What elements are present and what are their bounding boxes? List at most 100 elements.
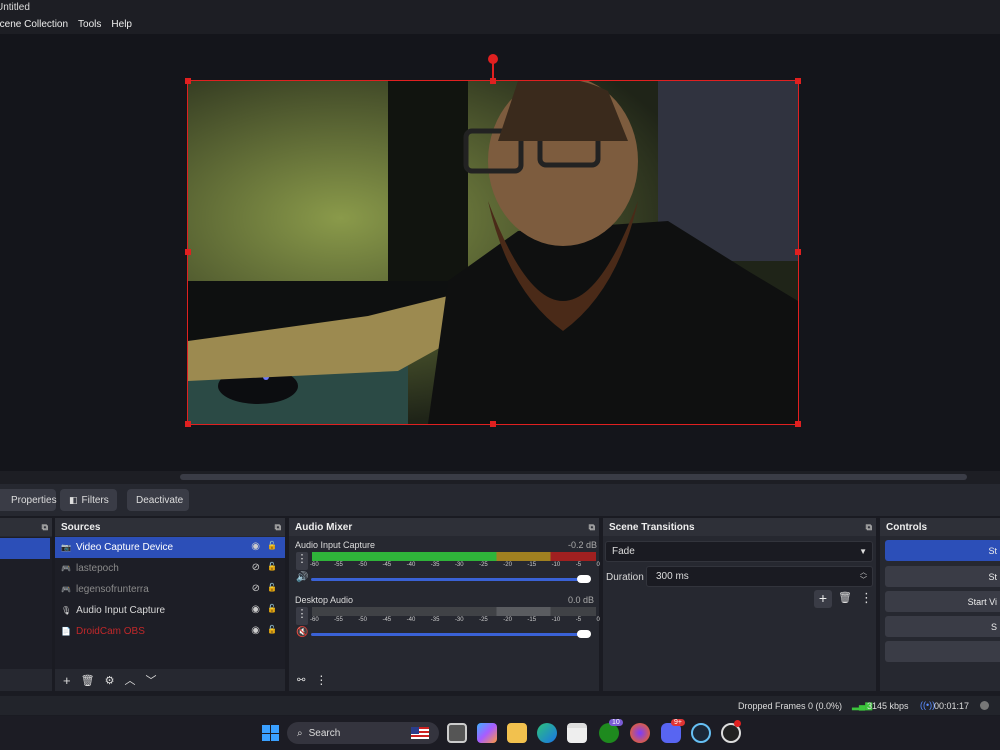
- filters-button[interactable]: ◧ Filters: [60, 489, 117, 511]
- firefox-icon[interactable]: [630, 723, 650, 743]
- rotation-handle[interactable]: [488, 54, 498, 64]
- selection-border: [187, 80, 799, 425]
- deactivate-button[interactable]: Deactivate: [127, 489, 189, 511]
- transition-select[interactable]: Fade ▼: [605, 541, 873, 562]
- microphone-icon: 🎙: [61, 606, 72, 615]
- source-label: legensofrunterra: [75, 584, 149, 595]
- settings-button[interactable]: [885, 641, 1000, 662]
- status-bar: Dropped Frames 0 (0.0%) ▂▄▆ 3145 kbps ((…: [0, 695, 1000, 715]
- advanced-audio-icon[interactable]: ⚯: [297, 675, 305, 686]
- scenes-dock: ⧉: [0, 517, 53, 692]
- duration-label: Duration: [606, 572, 644, 583]
- source-label: lastepoch: [75, 563, 119, 574]
- windows-start-icon[interactable]: [260, 723, 280, 743]
- tick-label: -5: [575, 562, 582, 568]
- start-virtual-camera-button[interactable]: Start Vi: [885, 591, 1000, 612]
- volume-knob[interactable]: [577, 575, 591, 583]
- camera-icon: 📷: [61, 543, 71, 552]
- taskbar-search[interactable]: ⌕ Search: [287, 722, 439, 744]
- channel-menu-icon[interactable]: ⋮: [296, 552, 308, 570]
- speaker-muted-icon[interactable]: 🔇: [296, 627, 308, 638]
- chevron-down-icon: ▼: [859, 547, 867, 556]
- add-transition-icon[interactable]: +: [814, 590, 832, 608]
- meter-ticks: -60 -55 -50 -45 -40 -35 -30 -25 -20 -15 -10 -5 0: [310, 562, 600, 568]
- source-item[interactable]: 📄 DroidCam OBS ◉ 🔓: [55, 621, 285, 642]
- source-item[interactable]: 🎮 lastepoch ⊘ 🔓: [55, 558, 285, 579]
- dock-float-icon[interactable]: ⧉: [275, 522, 281, 533]
- microsoft-store-icon[interactable]: [567, 723, 587, 743]
- remove-source-icon[interactable]: 🗑: [81, 674, 95, 687]
- tick-label: 0: [596, 562, 600, 568]
- lock-icon[interactable]: 🔓: [267, 625, 277, 636]
- volume-slider[interactable]: [311, 578, 583, 581]
- lock-icon[interactable]: 🔓: [267, 583, 277, 594]
- source-item[interactable]: 📷 Video Capture Device ◉ 🔓: [55, 537, 285, 558]
- eye-icon[interactable]: ◉: [251, 604, 260, 615]
- add-source-icon[interactable]: +: [63, 673, 71, 688]
- speaker-icon[interactable]: 🔊: [296, 572, 308, 583]
- dropped-frames: Dropped Frames 0 (0.0%): [738, 701, 843, 711]
- discord-icon[interactable]: [661, 723, 681, 743]
- eye-hidden-icon[interactable]: ⊘: [252, 583, 260, 594]
- window-title: Untitled: [0, 2, 30, 13]
- edge-icon[interactable]: [537, 723, 557, 743]
- mixer-menu-icon[interactable]: ⋮: [315, 673, 327, 687]
- bitrate: 3145 kbps: [867, 701, 909, 711]
- start-recording-button[interactable]: St: [885, 566, 1000, 587]
- channel-menu-icon[interactable]: ⋮: [296, 607, 308, 625]
- source-label: DroidCam OBS: [75, 626, 145, 637]
- gamepad-icon: 🎮: [61, 564, 71, 573]
- source-toolbar: Properties ◧ Filters Deactivate: [0, 484, 1000, 516]
- source-settings-icon[interactable]: ⚙: [105, 674, 115, 687]
- dock-float-icon[interactable]: ⧉: [589, 522, 595, 533]
- studio-mode-button[interactable]: S: [885, 616, 1000, 637]
- xbox-badge: 10: [609, 719, 623, 726]
- dock-float-icon[interactable]: ⧉: [42, 522, 48, 533]
- title-bar: Untitled: [0, 0, 1000, 16]
- document-icon: 📄: [61, 627, 71, 636]
- tick-label: -55: [334, 562, 343, 568]
- preview-scrollbar[interactable]: [0, 471, 1000, 484]
- tick-label: 0: [596, 617, 600, 623]
- volume-meter: [312, 552, 596, 561]
- scene-item-selected[interactable]: [0, 538, 50, 559]
- channel-db: -0.2 dB: [568, 540, 598, 550]
- search-icon: ⌕: [297, 727, 303, 739]
- duration-spinbox[interactable]: 300 ms ︿ ﹀: [646, 566, 873, 587]
- source-item[interactable]: 🎙 Audio Input Capture ◉ 🔓: [55, 600, 285, 621]
- scrollbar-thumb[interactable]: [180, 474, 967, 480]
- eye-icon[interactable]: ◉: [251, 625, 260, 636]
- eye-hidden-icon[interactable]: ⊘: [252, 562, 260, 573]
- remove-transition-icon[interactable]: 🗑: [838, 591, 852, 604]
- volume-slider[interactable]: [311, 633, 583, 636]
- eye-icon[interactable]: ◉: [251, 541, 260, 552]
- channel-name: Audio Input Capture: [295, 540, 376, 550]
- source-item[interactable]: 🎮 legensofrunterra ⊘ 🔓: [55, 579, 285, 600]
- spin-arrows-icon[interactable]: ︿ ﹀: [860, 569, 867, 585]
- copilot-icon[interactable]: [477, 723, 497, 743]
- tick-label: -35: [430, 562, 440, 568]
- channel-db: 0.0 dB: [568, 595, 595, 605]
- menu-bar: Scene Collection Tools Help: [0, 16, 1000, 34]
- file-explorer-icon[interactable]: [507, 723, 527, 743]
- tick-label: -45: [382, 562, 392, 568]
- channel-name: Desktop Audio: [295, 595, 354, 605]
- menu-scene-collection[interactable]: Scene Collection: [0, 19, 68, 34]
- properties-button[interactable]: Properties: [0, 489, 57, 511]
- steam-icon[interactable]: [691, 723, 711, 743]
- start-streaming-button[interactable]: St: [885, 540, 1000, 561]
- gamepad-icon: 🎮: [61, 585, 71, 594]
- menu-tools[interactable]: Tools: [78, 19, 101, 34]
- transition-menu-icon[interactable]: ⋮: [860, 590, 873, 606]
- tick-label: -60: [310, 562, 319, 568]
- lock-icon[interactable]: 🔓: [267, 604, 277, 615]
- move-down-icon[interactable]: ﹀: [145, 672, 156, 688]
- move-up-icon[interactable]: ︿: [124, 672, 135, 688]
- task-view-icon[interactable]: [447, 723, 467, 743]
- lock-icon[interactable]: 🔓: [267, 541, 277, 552]
- dock-float-icon[interactable]: ⧉: [866, 522, 872, 533]
- volume-knob[interactable]: [577, 630, 591, 638]
- xbox-icon[interactable]: [599, 723, 619, 743]
- menu-help[interactable]: Help: [111, 19, 132, 34]
- lock-icon[interactable]: 🔓: [267, 562, 277, 573]
